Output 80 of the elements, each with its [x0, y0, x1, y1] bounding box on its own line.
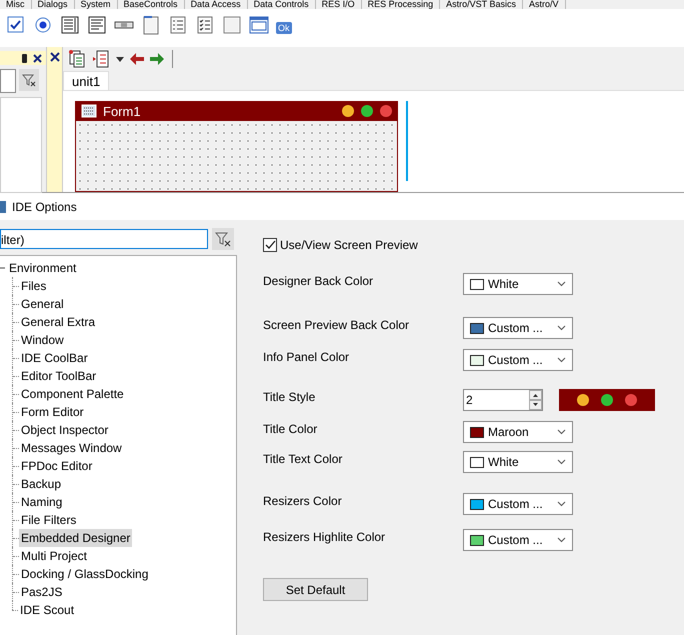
setting-label: Resizers Color — [263, 494, 343, 508]
checklist-icon[interactable] — [195, 15, 215, 35]
setting-label: Title Text Color — [263, 452, 344, 466]
checkbox[interactable] — [263, 238, 277, 252]
list-icon[interactable] — [87, 15, 107, 35]
tree-item[interactable]: General Extra — [19, 313, 98, 331]
tree-item[interactable]: Component Palette — [19, 385, 126, 403]
color-dropdown[interactable]: Custom ... — [463, 493, 573, 515]
close-icon[interactable] — [50, 52, 62, 62]
check-icon[interactable] — [6, 15, 26, 35]
tree-item[interactable]: Naming — [19, 493, 64, 511]
tree-item[interactable]: Docking / GlassDocking — [19, 565, 150, 583]
tree-item[interactable]: Files — [19, 277, 48, 295]
document-icon[interactable] — [68, 50, 86, 68]
list-icon[interactable] — [92, 50, 110, 68]
caret-icon[interactable] — [116, 56, 124, 62]
tree-item[interactable]: Form Editor — [19, 403, 86, 421]
tree-item[interactable]: Window — [19, 331, 66, 349]
tree-item[interactable]: FPDoc Editor — [19, 457, 94, 475]
chevron-down-icon — [557, 357, 566, 363]
maximize-icon — [601, 394, 613, 406]
tree-item[interactable]: Environment — [7, 259, 78, 277]
color-dropdown[interactable]: Custom ... — [463, 349, 573, 371]
clear-filter-button[interactable] — [19, 69, 39, 91]
spin-field[interactable]: 2 — [463, 389, 543, 411]
search-field[interactable] — [0, 69, 16, 93]
checkbox-label: Use/View Screen Preview — [280, 238, 418, 252]
color-dropdown[interactable]: Custom ... — [463, 317, 573, 339]
tree-item[interactable]: Multi Project — [19, 547, 90, 565]
editor-tab[interactable]: unit1 — [63, 71, 110, 90]
tree-item[interactable]: General — [19, 295, 66, 313]
setting-label: Resizers Highlite Color — [263, 530, 386, 544]
window-icon[interactable] — [249, 15, 269, 35]
color-dropdown[interactable]: Maroon — [463, 421, 573, 443]
setting-label: Designer Back Color — [263, 274, 374, 288]
tree-item[interactable]: Messages Window — [19, 439, 124, 457]
set-default-button[interactable]: Set Default — [263, 578, 368, 601]
close-icon[interactable] — [33, 54, 42, 62]
spin-arrows-icon[interactable] — [529, 390, 542, 410]
panel-icon[interactable] — [141, 15, 161, 35]
app-icon — [0, 200, 6, 214]
close-icon — [625, 394, 637, 406]
tree-item[interactable]: Backup — [19, 475, 64, 493]
filter-field[interactable]: ilter) — [0, 229, 208, 249]
form-icon — [81, 104, 97, 118]
clear-filter-button[interactable] — [212, 228, 234, 250]
blank-icon[interactable] — [222, 15, 242, 35]
tree-item[interactable]: IDE Scout — [18, 601, 76, 619]
setting-label: Title Color — [263, 422, 318, 436]
chevron-down-icon — [557, 325, 566, 331]
minimize-icon — [577, 394, 589, 406]
collapse-icon[interactable] — [0, 266, 6, 270]
window-title: IDE Options — [12, 200, 77, 214]
radio-icon[interactable] — [33, 15, 53, 35]
chevron-down-icon — [557, 537, 566, 543]
chevron-down-icon — [557, 501, 566, 507]
tree-item[interactable]: Editor ToolBar — [19, 367, 98, 385]
chevron-down-icon — [557, 281, 566, 287]
setting-label: Info Panel Color — [263, 350, 350, 364]
tree-item[interactable]: Embedded Designer — [19, 529, 132, 547]
lines-icon[interactable] — [168, 15, 188, 35]
color-dropdown[interactable]: White — [463, 451, 573, 473]
tree-item[interactable]: File Filters — [19, 511, 78, 529]
minimize-icon — [342, 105, 354, 117]
tree-item[interactable]: IDE CoolBar — [19, 349, 90, 367]
chevron-down-icon — [557, 429, 566, 435]
right-arrow-icon[interactable] — [150, 53, 164, 66]
tree-item[interactable]: Pas2JS — [19, 583, 64, 601]
color-dropdown[interactable]: White — [463, 273, 573, 295]
color-dropdown[interactable]: Custom ... — [463, 529, 573, 551]
button-component-icon[interactable]: Ok — [276, 22, 292, 34]
close-icon — [380, 105, 392, 117]
left-arrow-icon[interactable] — [130, 53, 144, 66]
chevron-down-icon — [557, 459, 566, 465]
memo-icon[interactable] — [60, 15, 80, 35]
setting-label: Title Style — [263, 390, 316, 404]
form-title: Form1 — [103, 104, 142, 118]
setting-label: Screen Preview Back Color — [263, 318, 410, 332]
maximize-icon — [361, 105, 373, 117]
tree-item[interactable]: Object Inspector — [19, 421, 110, 439]
